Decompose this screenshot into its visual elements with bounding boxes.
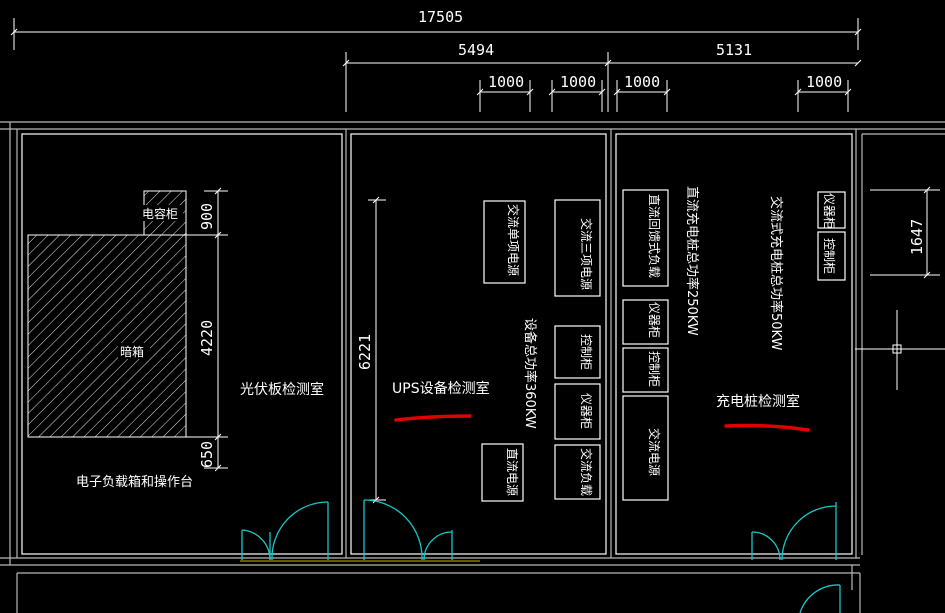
dimension-widths: 1000 1000 1000 1000 — [476, 73, 852, 112]
door-ups-lab — [363, 499, 453, 561]
ups-lab-label: UPS设备检测室 — [392, 380, 490, 397]
ac-load-box: 交流负载 — [554, 444, 601, 500]
charger-lab-highlight — [724, 423, 810, 432]
instrument-cabinet-ups: 仪器柜 — [554, 383, 601, 440]
right-room-partial: 1647 — [855, 186, 945, 390]
charger-lab-label: 充电桩检测室 — [716, 393, 800, 410]
door-corridor — [799, 584, 841, 613]
svg-text:交流负载: 交流负载 — [579, 448, 594, 496]
svg-text:控制柜: 控制柜 — [647, 351, 661, 387]
svg-text:仪器柜: 仪器柜 — [822, 193, 836, 229]
svg-text:交流单项电源: 交流单项电源 — [506, 204, 521, 276]
charger-lab-room: 直流回馈式负载 直流充电桩总功率250KW 仪器柜 控制柜 交流电源 交流式充电… — [622, 186, 846, 501]
dc-feedback-load-box: 直流回馈式负载 — [622, 189, 669, 287]
dc-power-box: 直流电源 — [481, 443, 524, 502]
control-cabinet-ac-charger: 控制柜 — [817, 231, 846, 281]
ups-lab-room: 6221 UPS设备检测室 交流单项电源 交流三项电源 设备总功率360KW 控… — [356, 196, 601, 504]
ups-lab-highlight — [394, 414, 472, 422]
dimension-width-b: 1000 — [560, 73, 596, 91]
door-pv-lab — [241, 501, 329, 561]
dimension-bottom-small: 650 — [198, 441, 216, 468]
svg-text:仪器柜: 仪器柜 — [647, 302, 661, 338]
dimension-right-room: 1647 — [908, 219, 926, 255]
ac-power-box: 交流电源 — [622, 395, 669, 501]
ac-three-phase-box: 交流三项电源 — [554, 199, 601, 297]
pv-lab-room: 电容柜 暗箱 900 4220 650 光伏板检测室 电子负载箱和操作台 — [27, 187, 324, 490]
dark-box — [27, 234, 187, 438]
control-cabinet-ups: 控制柜 — [554, 325, 601, 379]
ac-charger-power-note: 交流式充电桩总功率50KW — [768, 196, 784, 351]
dimension-width-a: 1000 — [488, 73, 524, 91]
pv-lab-label: 光伏板检测室 — [240, 381, 324, 398]
control-cabinet-charger: 控制柜 — [622, 347, 669, 393]
dimension-right-span-label: 5131 — [716, 41, 752, 59]
dimension-left-span-label: 5494 — [458, 41, 494, 59]
instrument-cabinet-ac-charger: 仪器柜 — [817, 191, 846, 229]
capacitor-cabinet-label: 电容柜 — [142, 206, 178, 221]
cad-floor-plan: 17505 5494 5131 1000 1000 1000 1000 电容柜 … — [0, 8, 945, 613]
instrument-cabinet-charger: 仪器柜 — [622, 299, 669, 345]
svg-text:直流电源: 直流电源 — [505, 448, 519, 496]
dimension-width-c: 1000 — [624, 73, 660, 91]
svg-text:控制柜: 控制柜 — [579, 334, 593, 370]
dark-box-label: 暗箱 — [120, 344, 144, 359]
dimension-top-small: 900 — [198, 203, 216, 230]
dimension-ups-height: 6221 — [356, 334, 374, 370]
svg-text:交流三项电源: 交流三项电源 — [579, 218, 594, 290]
dimension-width-d: 1000 — [806, 73, 842, 91]
ups-total-power-note: 设备总功率360KW — [522, 318, 538, 429]
electronic-load-label: 电子负载箱和操作台 — [76, 474, 193, 490]
doors — [241, 499, 841, 613]
svg-text:交流电源: 交流电源 — [647, 428, 662, 476]
dimension-total-label: 17505 — [418, 8, 463, 26]
svg-text:仪器柜: 仪器柜 — [579, 393, 593, 429]
door-charger-lab — [751, 502, 837, 561]
svg-text:控制柜: 控制柜 — [822, 238, 836, 274]
dimension-height-left: 4220 — [198, 320, 216, 356]
dc-charger-power-note: 直流充电桩总功率250KW — [684, 186, 700, 336]
ac-single-phase-box: 交流单项电源 — [483, 200, 526, 284]
svg-text:直流回馈式负载: 直流回馈式负载 — [647, 194, 661, 278]
